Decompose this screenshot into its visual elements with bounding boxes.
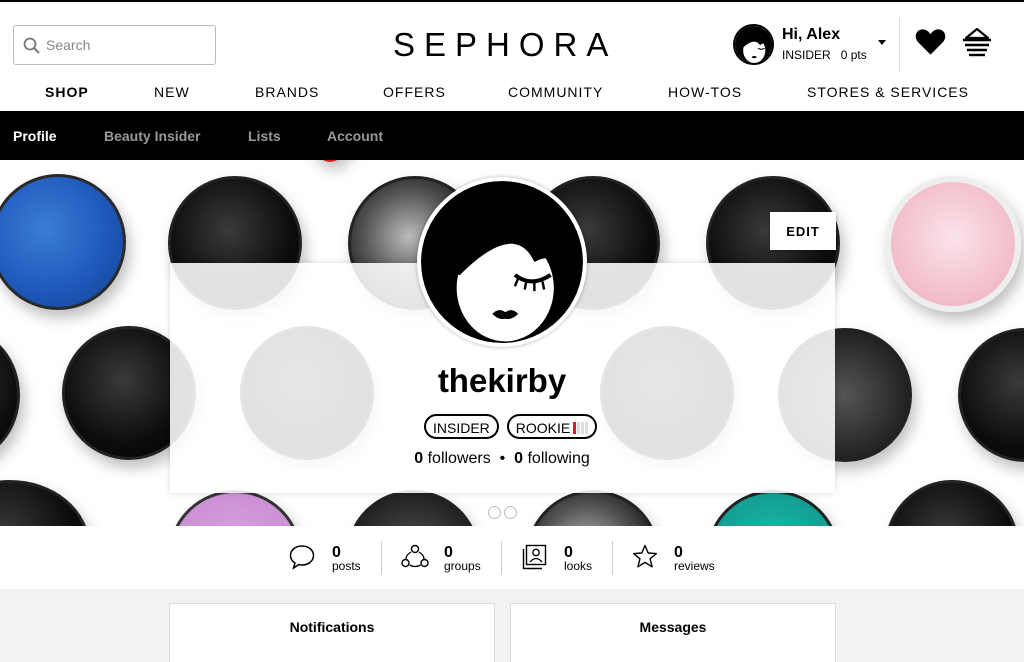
account-menu[interactable]: Hi, Alex INSIDER 0 pts xyxy=(733,24,893,68)
sephora-logo[interactable]: SEPHORA xyxy=(393,26,617,64)
looks-icon xyxy=(522,544,547,570)
level-bars-icon xyxy=(573,421,589,434)
points-label: 0 pts xyxy=(840,48,867,62)
search-box[interactable] xyxy=(13,25,216,65)
following-label: following xyxy=(527,450,590,467)
star-icon xyxy=(633,544,657,568)
insider-badge-label: INSIDER xyxy=(433,419,490,436)
header: SEPHORA Hi, Alex INSIDER 0 pts xyxy=(0,0,1024,82)
nav-item-new[interactable]: NEW xyxy=(154,84,190,100)
followers-link[interactable]: 0 followers xyxy=(414,450,491,467)
level-bar xyxy=(573,421,577,434)
divider xyxy=(899,18,900,72)
following-link[interactable]: 0 following xyxy=(514,450,590,467)
tab-beauty-insider[interactable]: Beauty Insider xyxy=(104,128,200,144)
looks-label: looks xyxy=(564,559,593,573)
carousel-dots xyxy=(488,506,517,519)
level-bar xyxy=(585,421,589,434)
edit-button[interactable]: EDIT xyxy=(770,212,836,250)
main-nav: SHOP NEW BRANDS OFFERS COMMUNITY HOW-TOS… xyxy=(0,82,1024,110)
messages-button[interactable]: Messages xyxy=(510,603,836,662)
nav-item-community[interactable]: COMMUNITY xyxy=(508,84,603,100)
groups-label: groups xyxy=(444,559,481,573)
divider xyxy=(501,541,502,575)
carousel-dot[interactable] xyxy=(488,506,501,519)
tab-account[interactable]: Account xyxy=(327,128,383,144)
badge-row: INSIDER ROOKIE xyxy=(424,414,598,440)
stat-groups[interactable]: 0 groups xyxy=(401,526,496,589)
divider xyxy=(612,541,613,575)
following-count: 0 xyxy=(514,450,524,467)
profile-avatar[interactable] xyxy=(417,177,587,347)
nav-item-offers[interactable]: OFFERS xyxy=(383,84,446,100)
tab-lists[interactable]: Lists xyxy=(248,128,281,144)
insider-points: INSIDER 0 pts xyxy=(782,48,867,62)
divider xyxy=(381,541,382,575)
inbox-tabs: Notifications Messages xyxy=(0,589,1024,662)
groups-icon xyxy=(401,544,429,568)
tab-profile[interactable]: Profile xyxy=(13,128,57,144)
level-bar xyxy=(577,421,581,434)
sub-nav: Profile Beauty Insider Lists Account xyxy=(0,111,1024,160)
greeting: Hi, Alex xyxy=(782,26,841,43)
basket-icon[interactable] xyxy=(961,27,993,59)
nav-item-stores-services[interactable]: STORES & SERVICES xyxy=(807,84,969,100)
heart-icon[interactable] xyxy=(915,28,946,56)
follow-stats: 0 followers • 0 following xyxy=(0,450,1004,468)
followers-label: followers xyxy=(427,450,491,467)
nav-item-shop[interactable]: SHOP xyxy=(45,84,89,100)
followers-count: 0 xyxy=(414,450,424,467)
search-icon xyxy=(23,37,40,54)
reviews-label: reviews xyxy=(674,559,715,573)
level-bar xyxy=(581,421,585,434)
nav-item-brands[interactable]: BRANDS xyxy=(255,84,319,100)
tier-label: INSIDER xyxy=(782,48,831,62)
chevron-down-icon[interactable] xyxy=(878,40,886,45)
notifications-button[interactable]: Notifications xyxy=(169,603,495,662)
carousel-dot[interactable] xyxy=(504,506,517,519)
nav-item-how-tos[interactable]: HOW-TOS xyxy=(668,84,742,100)
insider-badge: INSIDER xyxy=(424,414,499,439)
profile-hero: EDIT thekirby INSIDER ROOKIE 0 followers… xyxy=(0,160,1024,526)
search-input[interactable] xyxy=(46,37,206,53)
activity-stats: 0 posts 0 groups 0 looks 0 reviews xyxy=(0,526,1024,589)
profile-username: thekirby xyxy=(437,362,567,399)
rookie-badge: ROOKIE xyxy=(506,414,598,439)
avatar[interactable] xyxy=(733,24,774,65)
speech-bubble-icon xyxy=(289,545,315,570)
stat-posts[interactable]: 0 posts xyxy=(289,526,379,589)
rookie-badge-label: ROOKIE xyxy=(515,419,571,436)
separator-dot: • xyxy=(499,450,506,467)
stat-looks[interactable]: 0 looks xyxy=(522,526,602,589)
stat-reviews[interactable]: 0 reviews xyxy=(632,526,727,589)
posts-label: posts xyxy=(332,559,361,573)
